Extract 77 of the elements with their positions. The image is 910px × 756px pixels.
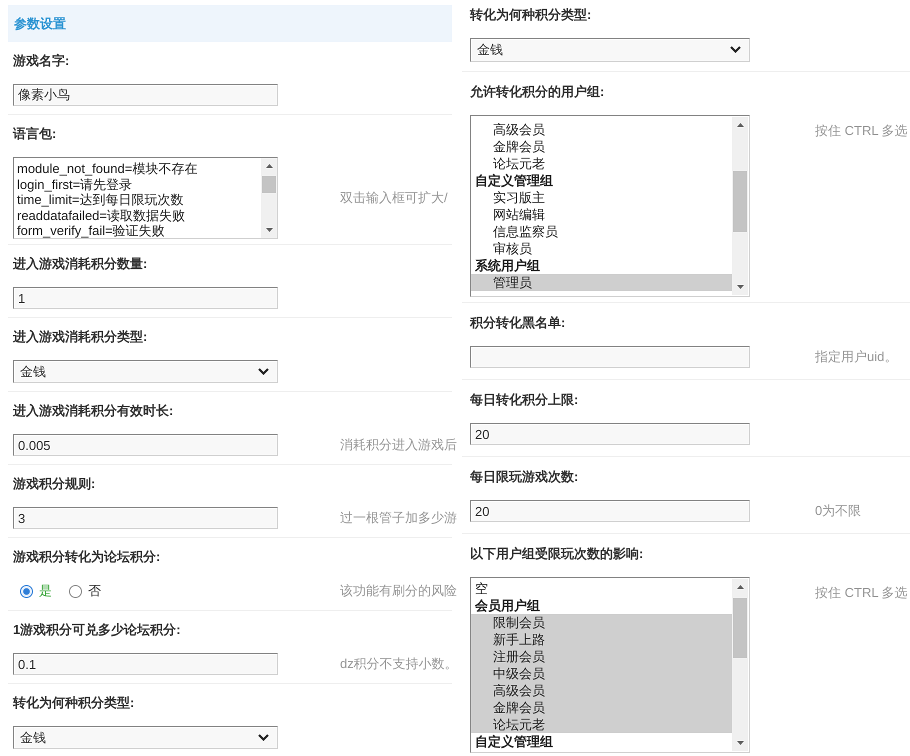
list-option[interactable]: 管理员 (471, 274, 732, 291)
text-input[interactable]: 20 (470, 423, 750, 445)
textarea-field[interactable]: module_not_found=模块不存在 login_first=请先登录 time_limit=达到每日限玩次数 readdatafailed=读取数据失败 form_verify_fail=验证失败 (13, 157, 278, 239)
hint-text: dz积分不支持小数。 (340, 655, 458, 674)
scroll-down-icon (266, 228, 272, 232)
field-label: 每日限玩游戏次数: (470, 468, 578, 486)
scroll-down-icon (736, 285, 744, 289)
list-option[interactable]: 审核员 (471, 240, 732, 257)
scrollbar-track[interactable] (261, 158, 277, 238)
hint-text: 0为不限 (815, 502, 862, 520)
hint-text: 该功能有刷分的风险 (340, 582, 457, 600)
radio-label[interactable]: 否 (88, 581, 101, 601)
radio-button[interactable] (20, 584, 33, 598)
list-option[interactable]: 空 (471, 580, 732, 597)
option-group-label: 自定义管理组 (474, 733, 554, 750)
dropdown-select[interactable]: 金钱 (13, 360, 278, 383)
hint-text: 双击输入框可扩大/ (340, 189, 448, 208)
text-input[interactable]: 20 (470, 500, 750, 522)
hint-text: 消耗积分进入游戏后 (340, 436, 457, 454)
scroll-up-icon (266, 164, 272, 168)
field-label: 进入游戏消耗积分类型: (13, 328, 148, 346)
text-input[interactable]: 1 (13, 287, 278, 309)
dropdown-select[interactable]: 金钱 (13, 726, 278, 749)
field-label: 以下用户组受限玩次数的影响: (470, 545, 644, 563)
field-label: 游戏积分规则: (13, 475, 96, 493)
scrollbar-track[interactable] (732, 579, 748, 751)
listbox[interactable]: 高级会员 金牌会员 论坛元老 自定义管理组 实习版主 网站编辑 信息监察员 审核员 系统用户组 管理员 (470, 115, 750, 297)
list-option[interactable]: 中级会员 (471, 665, 732, 682)
text-input[interactable]: 3 (13, 507, 278, 529)
option-group-label: 自定义管理组 (474, 172, 554, 189)
list-option[interactable]: 新手上路 (471, 631, 732, 648)
text-input[interactable] (470, 346, 750, 368)
list-option[interactable]: 实习版主 (471, 189, 732, 206)
option-group-label: 会员用户组 (474, 597, 541, 614)
list-option[interactable]: 金牌会员 (471, 138, 732, 155)
hint-text: 按住 CTRL 多选 (815, 122, 908, 140)
list-option[interactable]: 论坛元老 (471, 716, 732, 733)
scroll-up-icon (736, 123, 744, 127)
field-label: 语言包: (13, 125, 56, 143)
hint-text: 按住 CTRL 多选 (815, 584, 908, 602)
chevron-down-icon (730, 46, 741, 53)
text-input[interactable]: 0.1 (13, 653, 278, 675)
chevron-down-icon (258, 368, 269, 375)
field-label: 转化为何种积分类型: (13, 694, 134, 712)
field-label: 转化为何种积分类型: (470, 6, 592, 24)
chevron-down-icon (258, 734, 269, 741)
scrollbar-thumb[interactable] (733, 598, 747, 658)
dropdown-select[interactable]: 金钱 (470, 38, 750, 62)
field-label: 进入游戏消耗积分有效时长: (13, 402, 174, 420)
field-label: 积分转化黑名单: (470, 314, 566, 332)
list-option[interactable]: 论坛元老 (471, 155, 732, 172)
list-option[interactable]: 高级会员 (471, 121, 732, 138)
list-option[interactable]: 高级会员 (471, 682, 732, 699)
list-option[interactable]: 注册会员 (471, 648, 732, 665)
hint-text: 指定用户uid。 (815, 348, 898, 366)
scrollbar-track[interactable] (732, 117, 748, 295)
hint-text: 过一根管子加多少游 (340, 509, 457, 528)
scroll-down-icon (736, 741, 744, 745)
radio-button[interactable] (69, 584, 82, 598)
option-group-label: 系统用户组 (474, 257, 541, 274)
field-label: 每日转化积分上限: (470, 391, 578, 409)
list-option[interactable]: 金牌会员 (471, 699, 732, 716)
field-label: 允许转化积分的用户组: (470, 83, 604, 101)
text-input[interactable]: 像素小鸟 (13, 84, 278, 106)
field-label: 进入游戏消耗积分数量: (13, 255, 148, 273)
text-input[interactable]: 0.005 (13, 434, 278, 456)
scrollbar-thumb[interactable] (733, 170, 747, 232)
section-header: 参数设置 (8, 5, 452, 42)
list-option[interactable]: 信息监察员 (471, 223, 732, 240)
field-label: 游戏积分转化为论坛积分: (13, 548, 160, 566)
scrollbar-thumb[interactable] (262, 176, 276, 193)
field-label: 1游戏积分可兑多少论坛积分: (13, 621, 181, 639)
list-option[interactable]: 限制会员 (471, 614, 732, 631)
field-label: 游戏名字: (13, 52, 70, 70)
list-option[interactable]: 网站编辑 (471, 206, 732, 223)
scroll-up-icon (736, 585, 744, 589)
listbox[interactable]: 空 会员用户组 限制会员 新手上路 注册会员 中级会员 高级会员 金牌会员 论坛元老 自定义管理组 (470, 577, 750, 753)
